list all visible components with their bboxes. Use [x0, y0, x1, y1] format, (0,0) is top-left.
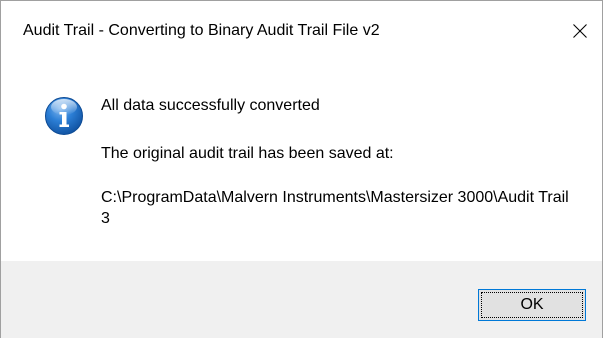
dialog-title: Audit Trail - Converting to Binary Audit…: [23, 22, 380, 39]
saved-location-label: The original audit trail has been saved …: [101, 145, 394, 162]
ok-button[interactable]: OK: [478, 289, 586, 321]
close-icon: [573, 24, 587, 38]
saved-path: C:\ProgramData\Malvern Instruments\Maste…: [101, 189, 569, 227]
dialog-content: All data successfully converted The orig…: [1, 61, 602, 261]
title-bar[interactable]: Audit Trail - Converting to Binary Audit…: [1, 1, 602, 61]
info-icon: [45, 97, 83, 135]
success-message: All data successfully converted: [101, 97, 320, 114]
button-bar: OK: [1, 261, 602, 338]
close-button[interactable]: [558, 9, 602, 53]
ok-button-label: OK: [520, 296, 544, 313]
message-dialog: Audit Trail - Converting to Binary Audit…: [0, 0, 603, 338]
